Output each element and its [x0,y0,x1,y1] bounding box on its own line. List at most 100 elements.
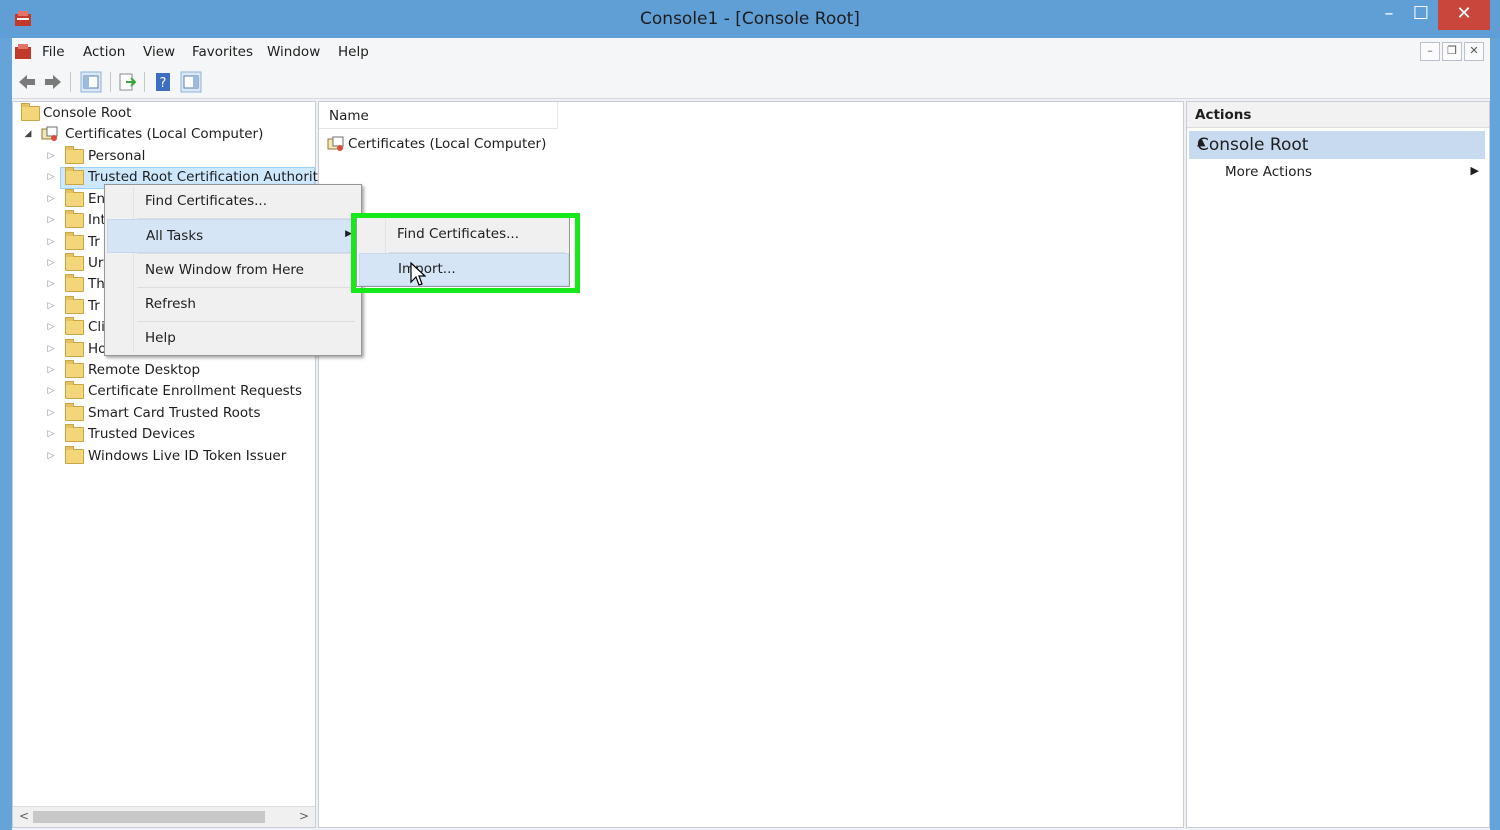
expand-arrow-icon[interactable]: ▷ [46,210,56,231]
horizontal-scrollbar[interactable]: < > [13,806,315,827]
folder-icon [65,360,84,378]
tree-item-label: Tr [88,297,100,314]
expand-arrow-icon[interactable]: ▷ [46,381,56,402]
actions-header: Actions [1187,102,1489,128]
actions-pane: Actions Console Root ▲ More Actions ▶ [1186,101,1490,828]
title-bar[interactable]: Console1 - [Console Root] – ☐ ✕ [0,0,1500,38]
ctx-help[interactable]: Help [107,322,359,354]
forward-icon[interactable] [42,71,64,93]
folder-icon [65,146,84,164]
menu-action[interactable]: Action [83,44,125,60]
menu-file[interactable]: File [42,44,65,60]
expand-arrow-icon[interactable]: ▷ [46,360,56,381]
svg-text:?: ? [160,76,167,91]
window-title: Console1 - [Console Root] [640,9,860,29]
show-hide-console-tree-icon[interactable] [80,71,102,93]
ctx-new-window-from-here[interactable]: New Window from Here [107,254,359,286]
tree-item-label: Trusted Devices [88,426,196,443]
folder-icon [65,317,84,336]
context-menu: Find Certificates... All Tasks ▶ New Wind… [104,184,362,356]
folder-icon [21,103,40,121]
maximize-button[interactable]: ☐ [1406,0,1436,30]
certificate-store-icon [327,136,344,151]
expand-arrow-icon[interactable]: ▷ [46,296,56,317]
tree-item-label: Personal [88,148,146,164]
folder-icon [65,424,84,443]
toolbar-separator [70,72,71,92]
expand-arrow-icon[interactable]: ▷ [46,446,56,467]
column-header-name[interactable]: Name [319,102,558,129]
more-actions-link[interactable]: More Actions [1225,164,1312,180]
tree-item-label: Certificate Enrollment Requests [88,383,302,400]
actions-header-label: Actions [1195,107,1252,123]
certificate-store-icon [41,126,58,141]
tree-item-label: Cli [88,319,105,336]
close-button[interactable]: ✕ [1438,0,1490,30]
folder-icon [65,274,84,293]
expand-arrow-icon[interactable]: ▷ [46,424,56,445]
folder-icon [65,445,84,464]
toolbar: ? [12,66,1490,99]
toolbar-separator [110,72,111,92]
expand-arrow-icon[interactable]: ▷ [46,339,56,360]
folder-icon [65,295,84,314]
mmc-window: Console1 - [Console Root] – ☐ ✕ File Act… [0,0,1500,830]
tree-item-label: Certificates (Local Computer) [65,126,264,142]
mouse-cursor-icon [410,262,426,286]
expand-arrow-icon[interactable]: ▷ [46,189,56,210]
menu-favorites[interactable]: Favorites [192,44,253,60]
show-hide-action-pane-icon[interactable] [180,71,202,93]
folder-icon [65,231,84,250]
scroll-right-icon[interactable]: > [299,809,309,823]
scrollbar-thumb[interactable] [33,811,265,823]
expand-arrow-icon[interactable]: ▷ [46,146,56,167]
expand-arrow-icon[interactable]: ▷ [46,253,56,274]
tree-item-label: Console Root [43,105,132,121]
highlight-annotation-box [351,213,580,293]
folder-icon [65,402,84,421]
more-actions-arrow-icon[interactable]: ▶ [1471,164,1479,177]
results-pane: Name Certificates (Local Computer) [318,101,1184,828]
back-icon[interactable] [16,71,38,93]
help-icon[interactable]: ? [152,71,174,93]
console-icon[interactable] [14,43,32,61]
collapse-up-icon[interactable]: ▲ [1197,135,1477,148]
tree-item-label: Remote Desktop [88,362,201,378]
folder-icon [65,381,84,400]
folder-icon [65,188,84,207]
tree-item-label: Ur [88,255,104,271]
minimize-button[interactable]: – [1374,0,1404,30]
ctx-all-tasks[interactable]: All Tasks ▶ [107,219,361,253]
list-item-label: Certificates (Local Computer) [348,136,547,152]
expand-arrow-icon[interactable]: ▷ [46,403,56,424]
menu-view[interactable]: View [143,44,175,60]
folder-icon [65,210,84,229]
expand-arrow-icon[interactable]: ▷ [46,274,56,295]
folder-icon [65,167,84,186]
child-close-button[interactable]: ✕ [1464,42,1484,61]
actions-section-console-root[interactable]: Console Root ▲ [1189,131,1485,159]
toolbar-separator [144,72,145,92]
collapse-arrow-icon[interactable]: ◢ [23,124,33,145]
expand-arrow-icon[interactable]: ▷ [46,167,56,188]
menu-bar: File Action View Favorites Window Help –… [12,38,1490,67]
child-restore-button[interactable]: ❐ [1442,42,1462,61]
menu-help[interactable]: Help [338,44,369,60]
tree-item-label: Th [88,276,105,293]
folder-icon [65,253,84,271]
export-list-icon[interactable] [116,71,138,93]
expand-arrow-icon[interactable]: ▷ [46,232,56,253]
folder-icon [65,338,84,357]
menu-window[interactable]: Window [267,44,320,60]
tree-item-label: Smart Card Trusted Roots [88,404,261,421]
ctx-refresh[interactable]: Refresh [107,288,359,320]
column-header-label: Name [329,108,369,124]
tree-item-label: En [88,190,106,207]
ctx-find-certificates[interactable]: Find Certificates... [107,185,359,217]
tree-item-label: Tr [88,233,100,250]
tree-item-label: Windows Live ID Token Issuer [88,447,287,464]
scroll-left-icon[interactable]: < [19,809,29,823]
expand-arrow-icon[interactable]: ▷ [46,317,56,338]
child-window-controls: – ❐ ✕ [1418,42,1484,61]
child-minimize-button[interactable]: – [1420,42,1440,61]
